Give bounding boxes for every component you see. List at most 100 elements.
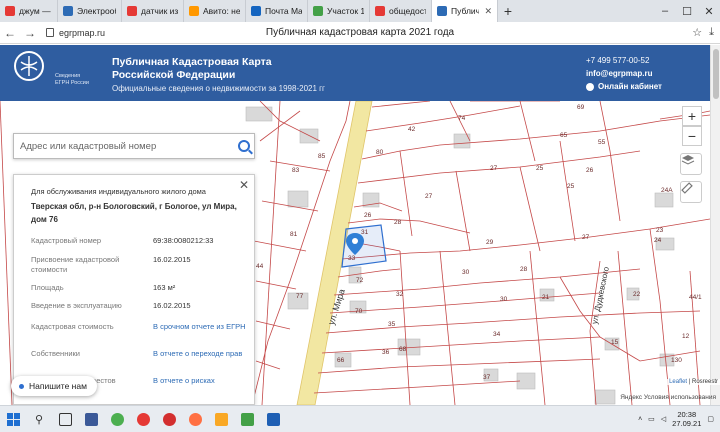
browser-tab[interactable]: Публичная ✕ — [432, 0, 498, 22]
parcel-field-link[interactable]: В отчете о рисках — [153, 376, 249, 386]
url-field[interactable]: egrpmap.ru — [46, 28, 105, 38]
plot-number-label: 72 — [356, 277, 364, 284]
plot-number-label: 74 — [458, 115, 466, 122]
download-icon[interactable]: ⤓ — [709, 26, 714, 39]
zoom-out-button[interactable]: − — [682, 126, 702, 146]
chat-button[interactable]: Напишите нам — [11, 376, 97, 396]
parcel-field-label: Присвоение кадастровой стоимости — [31, 255, 120, 274]
plot-number-label: 21 — [542, 294, 550, 301]
browser-tab[interactable]: Авито: недв — [184, 0, 246, 22]
tray-arrow-icon[interactable]: ˄ — [638, 416, 642, 423]
plot-number-label: 44/1 — [689, 294, 702, 301]
app-b-icon[interactable] — [78, 406, 104, 432]
tab-favicon-icon — [437, 6, 447, 16]
phone-link[interactable]: +7 499 577-00-52 — [586, 54, 662, 67]
forward-icon[interactable]: → — [20, 26, 40, 40]
tab-favicon-icon — [313, 6, 323, 16]
tab-label: общедоступ — [389, 6, 426, 16]
word-icon[interactable] — [260, 406, 286, 432]
tab-favicon-icon — [251, 6, 261, 16]
maximize-icon[interactable]: ☐ — [676, 5, 698, 18]
plot-number-label: 24 — [654, 237, 662, 244]
parcel-field-value: 16.02.2015 — [153, 301, 191, 310]
browser-tab[interactable]: Электрообо — [58, 0, 122, 22]
minimize-icon[interactable]: – — [654, 5, 676, 17]
parcel-field-link[interactable]: В срочном отчете из ЕГРН — [153, 322, 249, 332]
plot-number-label: 37 — [483, 374, 491, 381]
plot-number-label: 29 — [486, 239, 494, 246]
tab-label: Участок 10 с — [327, 6, 364, 16]
parcel-field-link[interactable]: В отчете о переходе прав — [153, 349, 249, 359]
plot-number-label: 70 — [355, 308, 363, 315]
map-attribution: Leaflet | Rosreestr — [667, 379, 720, 385]
search-taskbar-icon[interactable]: ⚲ — [26, 406, 52, 432]
logo-icon[interactable] — [14, 51, 44, 81]
browser-tab[interactable]: Участок 10 с — [308, 0, 370, 22]
email-link[interactable]: info@egrpmap.ru — [586, 67, 662, 80]
app-green-icon[interactable] — [234, 406, 260, 432]
system-tray: ˄ ▭ ◁ 20:38 27.09.21 ▢ — [638, 410, 714, 428]
close-window-icon[interactable]: ✕ — [698, 5, 720, 18]
browser-tab[interactable]: джум — Янд — [0, 0, 58, 22]
zoom-in-button[interactable]: + — [682, 106, 702, 126]
yandex-browser-icon[interactable] — [130, 406, 156, 432]
tab-label: Электрообо — [77, 6, 116, 16]
plot-number-label: 85 — [318, 153, 326, 160]
browser-tab[interactable]: датчик изно — [122, 0, 184, 22]
opera-icon[interactable] — [156, 406, 182, 432]
plot-number-label: 26 — [364, 212, 372, 219]
plot-number-label: 22 — [633, 291, 641, 298]
parcel-address: Тверская обл, р-н Бологовский, г Бологое… — [31, 202, 237, 224]
yandex-terms[interactable]: Яндекс Условия использования — [620, 394, 716, 401]
chat-status-icon — [19, 383, 24, 389]
parcel-info-panel: ✕ Для обслуживания индивидуального жилог… — [13, 174, 255, 405]
tab-favicon-icon — [127, 6, 137, 16]
site-title: Публичная Кадастровая Карта Российской Ф… — [112, 56, 272, 81]
firefox-icon[interactable] — [182, 406, 208, 432]
leaflet-link[interactable]: Leaflet — [669, 379, 687, 385]
new-tab-button[interactable]: + — [498, 0, 518, 22]
chrome-icon[interactable] — [104, 406, 130, 432]
parcel-field-label: Введение в эксплуатацию — [31, 301, 122, 310]
volume-icon[interactable]: ◁ — [661, 415, 666, 423]
plot-number-label: 69 — [577, 104, 585, 111]
page-scrollbar[interactable] — [710, 45, 720, 405]
search-bar — [13, 133, 255, 159]
plot-number-label: 55 — [598, 139, 606, 146]
explorer-icon[interactable] — [208, 406, 234, 432]
plot-number-label: 27 — [582, 234, 590, 241]
start-button[interactable] — [0, 406, 26, 432]
login-link[interactable]: Онлайн кабинет — [586, 80, 662, 93]
plot-number-label: 30 — [462, 269, 470, 276]
browser-tab[interactable]: общедоступ — [370, 0, 432, 22]
clock[interactable]: 20:38 27.09.21 — [672, 410, 701, 428]
browser-tab[interactable]: Почта Mail.r — [246, 0, 308, 22]
search-input[interactable] — [20, 136, 230, 156]
back-icon[interactable]: ← — [0, 26, 20, 40]
layers-button[interactable] — [680, 153, 702, 175]
plot-number-label: 80 — [376, 149, 384, 156]
plot-number-label: 36 — [382, 349, 390, 356]
tab-favicon-icon — [189, 6, 199, 16]
plot-number-label: 24А — [661, 187, 673, 194]
tab-label: датчик изно — [141, 6, 178, 16]
task-view-icon[interactable] — [52, 406, 78, 432]
plot-number-label: 68 — [399, 346, 407, 353]
network-icon[interactable]: ▭ — [648, 415, 655, 423]
logo-caption: Сведения ЕГРН России — [55, 73, 89, 86]
plot-number-label: 26 — [586, 167, 594, 174]
search-icon[interactable] — [238, 140, 250, 152]
plot-number-label: 130 — [671, 357, 682, 364]
parcel-field-label: Площадь — [31, 283, 64, 292]
plot-number-label: 81 — [290, 231, 298, 238]
bookmark-icon[interactable]: ☆ — [692, 26, 702, 39]
plot-number-label: 23 — [656, 227, 664, 234]
site-header: Сведения ЕГРН России Публичная Кадастрова… — [0, 45, 710, 101]
plot-number-label: 42 — [408, 126, 416, 133]
plot-number-label: 66 — [337, 357, 345, 364]
plot-number-label: 31 — [361, 229, 369, 236]
ruler-button[interactable] — [680, 181, 702, 203]
notifications-icon[interactable]: ▢ — [707, 415, 714, 423]
tab-close-icon[interactable]: ✕ — [484, 6, 492, 17]
screen: джум — Янд Электрообо датчик изно Авито: не… — [0, 0, 720, 432]
